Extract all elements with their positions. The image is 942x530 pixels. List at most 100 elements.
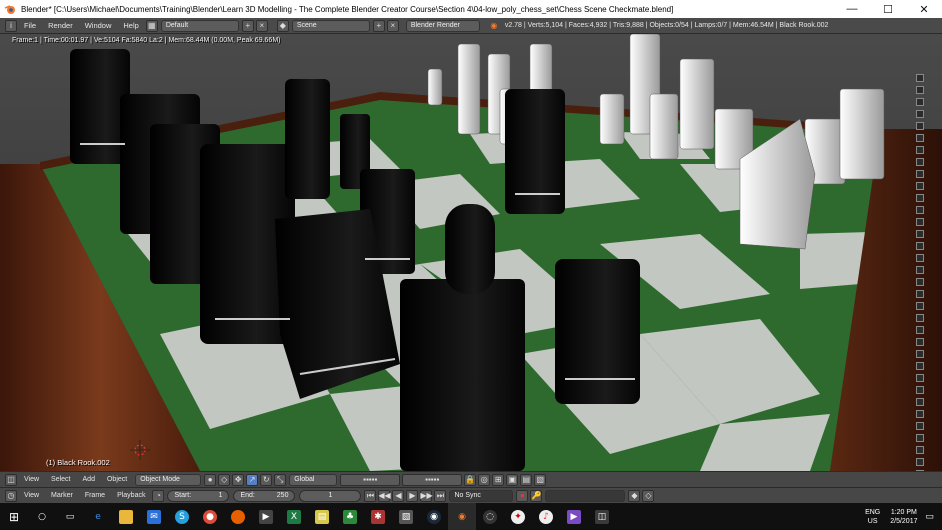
task-view-button[interactable]: ▭ bbox=[56, 503, 84, 530]
render-slot-icon[interactable] bbox=[916, 326, 924, 334]
clock[interactable]: 1:20 PM 2/5/2017 bbox=[890, 508, 917, 526]
render-slot-icon[interactable] bbox=[916, 278, 924, 286]
proportional-edit-icon[interactable]: ◎ bbox=[478, 473, 491, 486]
menu-select[interactable]: Select bbox=[45, 476, 76, 483]
orientation-selector[interactable]: Global bbox=[289, 473, 338, 486]
taskbar-mail[interactable]: ✉ bbox=[140, 503, 168, 530]
input-language[interactable]: ENG US bbox=[865, 508, 880, 526]
taskbar-app[interactable]: ◌ bbox=[476, 503, 504, 530]
shading-icon[interactable]: ● bbox=[204, 473, 217, 486]
mode-selector[interactable]: Object Mode bbox=[135, 473, 202, 486]
next-keyframe-icon[interactable]: ▶▶ bbox=[420, 489, 433, 502]
close-button[interactable]: ✕ bbox=[906, 0, 942, 18]
layout-selector[interactable]: Default bbox=[160, 19, 239, 32]
scene-icon[interactable]: ◆ bbox=[276, 19, 289, 32]
insert-keyframe-icon[interactable]: ◆ bbox=[628, 489, 641, 502]
opengl-render-icon[interactable]: ▧ bbox=[534, 473, 547, 486]
taskbar-firefox[interactable] bbox=[224, 503, 252, 530]
taskbar-app[interactable]: ✦ bbox=[504, 503, 532, 530]
menu-frame[interactable]: Frame bbox=[79, 492, 111, 499]
lock-icon[interactable]: 🔒 bbox=[464, 473, 477, 486]
record-icon[interactable]: ● bbox=[516, 489, 529, 502]
render-slot-icon[interactable] bbox=[916, 374, 924, 382]
render-slot-icon[interactable] bbox=[916, 398, 924, 406]
preview-range-icon[interactable]: ◔ bbox=[152, 489, 165, 502]
scale-icon[interactable]: ⤡ bbox=[274, 473, 287, 486]
screen-layout-icon[interactable]: ▦ bbox=[145, 19, 158, 32]
render-slot-icon[interactable] bbox=[916, 410, 924, 418]
taskbar-app[interactable]: ♪ bbox=[532, 503, 560, 530]
taskbar-app[interactable]: X bbox=[280, 503, 308, 530]
start-button[interactable]: ⊞ bbox=[0, 503, 28, 530]
manipulator-icon[interactable]: ✥ bbox=[232, 473, 245, 486]
taskbar-app[interactable]: ✱ bbox=[364, 503, 392, 530]
render-slot-icon[interactable] bbox=[916, 74, 924, 82]
keying-set-selector[interactable] bbox=[545, 489, 626, 502]
menu-marker[interactable]: Marker bbox=[45, 492, 79, 499]
render-slot-icon[interactable] bbox=[916, 290, 924, 298]
menu-window[interactable]: Window bbox=[79, 21, 118, 30]
delete-layout-button[interactable]: × bbox=[255, 19, 268, 32]
taskbar-chrome[interactable]: ● bbox=[196, 503, 224, 530]
render-slot-icon[interactable] bbox=[916, 206, 924, 214]
delete-scene-button[interactable]: × bbox=[386, 19, 399, 32]
rotate-icon[interactable]: ↻ bbox=[260, 473, 273, 486]
render-slot-icon[interactable] bbox=[916, 146, 924, 154]
3d-viewport[interactable]: Frame:1 | Time:00:01.97 | Ve:5104 Fa:584… bbox=[0, 34, 942, 471]
current-frame-field[interactable]: 1 bbox=[299, 489, 362, 502]
sync-mode-selector[interactable]: No Sync bbox=[449, 489, 514, 502]
taskbar-app[interactable]: ▧ bbox=[392, 503, 420, 530]
jump-start-icon[interactable]: ⏮ bbox=[364, 489, 377, 502]
menu-playback[interactable]: Playback bbox=[111, 492, 151, 499]
add-layout-button[interactable]: + bbox=[241, 19, 254, 32]
add-scene-button[interactable]: + bbox=[372, 19, 385, 32]
render-slot-icon[interactable] bbox=[916, 434, 924, 442]
menu-object[interactable]: Object bbox=[101, 476, 133, 483]
pivot-icon[interactable]: ◇ bbox=[218, 473, 231, 486]
keying-set-icon[interactable]: 🔑 bbox=[530, 489, 543, 502]
render-slot-icon[interactable] bbox=[916, 362, 924, 370]
end-frame-field[interactable]: End: 250 bbox=[233, 489, 296, 502]
render-slot-icon[interactable] bbox=[916, 350, 924, 358]
render-slot-icon[interactable] bbox=[916, 110, 924, 118]
play-icon[interactable]: ▶ bbox=[406, 489, 419, 502]
taskbar-app[interactable]: ▶ bbox=[252, 503, 280, 530]
render-slot-icon[interactable] bbox=[916, 122, 924, 130]
snap-icon[interactable]: ⊞ bbox=[492, 473, 505, 486]
notification-icon[interactable]: ▭ bbox=[925, 511, 934, 522]
scene-selector[interactable]: Scene bbox=[291, 19, 370, 32]
menu-render[interactable]: Render bbox=[42, 21, 79, 30]
jump-end-icon[interactable]: ⏭ bbox=[434, 489, 447, 502]
rendered-chess-scene[interactable] bbox=[0, 34, 942, 471]
render-slot-icon[interactable] bbox=[916, 194, 924, 202]
render-slot-icon[interactable] bbox=[916, 446, 924, 454]
render-slot-icon[interactable] bbox=[916, 302, 924, 310]
taskbar-app[interactable]: ▶ bbox=[560, 503, 588, 530]
menu-add[interactable]: Add bbox=[77, 476, 101, 483]
prev-keyframe-icon[interactable]: ◀◀ bbox=[378, 489, 391, 502]
taskbar-explorer[interactable] bbox=[112, 503, 140, 530]
taskbar-app[interactable]: ◉ bbox=[448, 503, 476, 530]
search-button[interactable]: ○ bbox=[28, 503, 56, 530]
layers-icon[interactable]: ▪▪▪▪▪ bbox=[402, 473, 463, 486]
menu-timeline-view[interactable]: View bbox=[18, 492, 45, 499]
taskbar-app[interactable]: ◫ bbox=[588, 503, 616, 530]
render-slot-icon[interactable] bbox=[916, 86, 924, 94]
render-slot-icon[interactable] bbox=[916, 158, 924, 166]
render-slot-icon[interactable] bbox=[916, 218, 924, 226]
view3d-editor-icon[interactable]: ◫ bbox=[5, 473, 17, 486]
layers-icon[interactable]: ▪▪▪▪▪ bbox=[340, 473, 401, 486]
render-icon[interactable]: ▤ bbox=[520, 473, 533, 486]
translate-icon[interactable]: ↗ bbox=[246, 473, 259, 486]
render-slot-icon[interactable] bbox=[916, 170, 924, 178]
taskbar-steam[interactable]: ◉ bbox=[420, 503, 448, 530]
render-slot-icon[interactable] bbox=[916, 266, 924, 274]
taskbar-skype[interactable]: S bbox=[168, 503, 196, 530]
maximize-button[interactable]: ☐ bbox=[870, 0, 906, 18]
menu-help[interactable]: Help bbox=[117, 21, 144, 30]
render-slot-icon[interactable] bbox=[916, 458, 924, 466]
menu-file[interactable]: File bbox=[18, 21, 42, 30]
editor-type-icon[interactable]: i bbox=[5, 19, 17, 32]
start-frame-field[interactable]: Start: 1 bbox=[167, 489, 230, 502]
taskbar-app[interactable]: ▤ bbox=[308, 503, 336, 530]
